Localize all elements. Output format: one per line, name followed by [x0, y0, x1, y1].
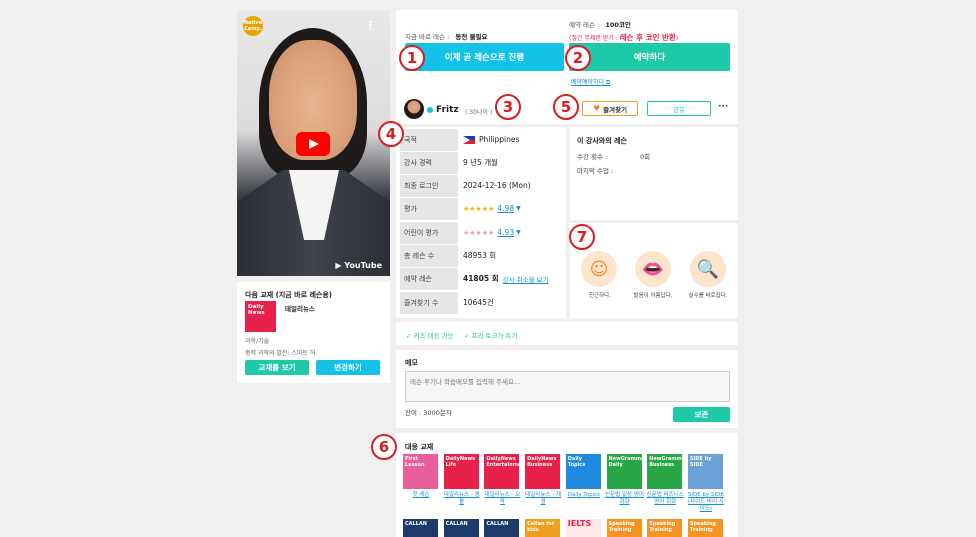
tutor-name: Fritz [436, 105, 459, 115]
reserve-lesson-label: 예약 레슨 : [569, 21, 600, 29]
marker-2: 2 [565, 45, 591, 71]
start-lesson-now-button[interactable]: 이제 곧 레슨으로 진행 [405, 43, 564, 71]
tag-kids: ✓ 키즈 대응 가능 [406, 332, 454, 340]
textbook-label-2[interactable]: 데일리뉴스 - 오락 [482, 492, 522, 506]
last-lesson-label: 마지막 수업 : [577, 167, 614, 175]
tag-free-talk: ✓ 프리 토크가 특기 [464, 332, 518, 340]
memo-card: 메모 잔여 : 3000문자 보존 [396, 350, 738, 428]
textbook-cover-2[interactable]: DailyNews Entertainment [484, 454, 527, 489]
textbook-cover-1[interactable]: DailyNews Life [443, 454, 479, 489]
next-textbook-card: 다음 교재 (지금 바로 레슨용) Daily News 데일리뉴스 과학/기술… [237, 282, 390, 383]
next-textbook-category: 과학/기술 [245, 338, 270, 345]
kids-rating-value-link[interactable]: 4.93 [497, 228, 514, 237]
lesson-history-title: 이 강사와의 레슨 [577, 137, 627, 145]
tutor-avatar[interactable] [404, 99, 424, 119]
trait-label-pronunciation: 발음이 아름답다. [633, 293, 673, 299]
marker-3: 3 [495, 94, 521, 120]
profile-row-kids-rating: 어린이 평가 ★★★★★ 4.93 ▼ [400, 222, 565, 245]
instant-lesson-label: 지금 바로 레슨 : [405, 33, 450, 41]
textbook-label-4[interactable]: Daily Topics [564, 492, 604, 499]
next-textbook-name: 데일리뉴스 [285, 305, 315, 313]
profile-row-experience: 강사 경력 9 년5 개월 [400, 152, 565, 175]
tags-card: ✓ 키즈 대응 가능 ✓ 프리 토크가 특기 [396, 322, 738, 345]
textbook-cover-5[interactable]: NewGrammar Daily [606, 454, 647, 489]
pronunciation-icon: 👄 [635, 251, 671, 287]
textbook-cover-row2-6[interactable]: Speaking Training [647, 519, 683, 537]
lesson-count-label: 수강 횟수 : [577, 153, 608, 161]
rating-stars-icon: ★★★★★ [463, 204, 495, 213]
philippines-flag-icon [463, 135, 475, 144]
textbook-label-7[interactable]: SIDE by SIDE (사이드 바이 사이드) [686, 492, 726, 513]
cancel-rate-link[interactable]: 강사 취소율 보기 [503, 274, 549, 284]
rating-caret-icon[interactable]: ▼ [516, 205, 521, 212]
textbook-cover-6[interactable]: NewGrammar Business [647, 454, 688, 489]
memo-title: 메모 [405, 359, 418, 367]
profile-row-rating: 평가 ★★★★★ 4.98 ▼ [400, 198, 565, 221]
textbook-cover-row2-3[interactable]: Callan for kids [525, 519, 561, 537]
textbook-cover-4[interactable]: Daily Topics [565, 454, 601, 489]
textbook-label-0[interactable]: 첫 레슨 [401, 492, 441, 499]
textbook-cover-0[interactable]: First Lesson [403, 454, 438, 489]
rating-value-link[interactable]: 4.98 [497, 204, 514, 213]
marker-4: 4 [378, 121, 404, 147]
instant-lesson-value: 동전 불필요 [455, 33, 488, 41]
marker-6: 6 [371, 434, 397, 460]
friendly-icon: ☺ [581, 251, 617, 287]
trait-label-correction: 실수를 바로잡다. [688, 293, 728, 299]
more-options-icon[interactable]: ··· [718, 102, 728, 112]
change-textbook-button[interactable]: 변경하기 [316, 360, 380, 375]
textbook-cover-row2-4[interactable]: IELTS [565, 519, 601, 537]
next-textbook-title: 다음 교재 (지금 바로 레슨용) [245, 291, 332, 299]
traits-card: ☺ 친근하다. 👄 발음이 아름답다. 🔍 실수를 바로잡다. [570, 223, 738, 318]
textbooks-title: 대응 교재 [405, 443, 434, 451]
tutor-video[interactable]: Native Camp. ⋮ ▶ YouTube [237, 10, 390, 276]
kids-rating-stars-icon: ★★★★★ [463, 228, 495, 237]
share-button[interactable]: 공유 [647, 101, 711, 116]
textbook-cover-3[interactable]: DailyNews Business [525, 454, 561, 489]
play-button-icon[interactable] [296, 132, 330, 156]
textbook-label-5[interactable]: 신문법 일상 영어 회화 [605, 492, 645, 506]
textbook-label-1[interactable]: 데일리뉴스 - 생활 [442, 492, 482, 506]
lesson-history-card: 이 강사와의 레슨 수강 횟수 : 0회 마지막 수업 : [570, 127, 738, 220]
refund-note: (집간 무제한 받기 : 레슨 후 코인 반환) [569, 33, 679, 42]
marker-1: 1 [399, 45, 425, 71]
next-textbook-cover[interactable]: Daily News [245, 301, 276, 332]
favorite-button[interactable]: ♥ 즐겨찾기 [582, 101, 638, 116]
textbook-cover-row2-0[interactable]: CALLAN [403, 519, 438, 537]
memo-input[interactable] [405, 371, 730, 402]
textbook-label-6[interactable]: 신문법 비즈니스 영어 회화 [645, 492, 685, 506]
nativecamp-logo: Native Camp. [243, 16, 263, 36]
kids-rating-caret-icon[interactable]: ▼ [516, 229, 521, 236]
next-textbook-lesson: 중력 과학의 발전: 스마트 허 [245, 350, 316, 357]
profile-row-last-login: 최종 로그인 2024-12-16 (Mon) [400, 175, 565, 198]
view-textbook-button[interactable]: 교재를 보기 [245, 360, 309, 375]
lesson-count-value: 0회 [640, 153, 651, 161]
profile-row-reserved-lessons: 예약 레슨 41805 회 강사 취소율 보기 [400, 268, 565, 291]
profile-row-total-lessons: 총 레슨 수 48953 회 [400, 245, 565, 268]
profile-row-nationality: 국적 Philippines [400, 129, 565, 152]
youtube-logo[interactable]: ▶ YouTube [335, 261, 382, 270]
textbook-cover-row2-7[interactable]: Speaking Training [687, 519, 723, 537]
marker-5: 5 [553, 94, 579, 120]
reserve-calendar-link[interactable]: 예약예약하다 ⧉ [571, 77, 610, 87]
trait-label-friendly: 친근하다. [589, 293, 611, 299]
reserve-button[interactable]: 예약하다 [569, 43, 730, 71]
textbook-label-3[interactable]: 데일리뉴스 - 재경 [523, 492, 563, 506]
textbook-cover-row2-1[interactable]: CALLAN [443, 519, 479, 537]
reserve-lesson-value: 100코인 [605, 21, 631, 29]
correction-icon: 🔍 [690, 251, 726, 287]
video-menu-icon[interactable]: ⋮ [365, 19, 376, 32]
tutor-age: ( 30나이 ) [465, 109, 493, 116]
textbook-cover-7[interactable]: SIDE by SIDE [687, 454, 723, 489]
textbook-cover-row2-5[interactable]: Speaking Training [606, 519, 642, 537]
marker-7: 7 [569, 224, 595, 250]
heart-icon: ♥ [592, 104, 601, 113]
memo-remaining: 잔여 : 3000문자 [405, 409, 452, 417]
memo-save-button[interactable]: 보존 [673, 407, 730, 422]
online-status-icon [427, 107, 433, 113]
profile-row-favorites: 즐겨찾기 수 10645건 [400, 292, 565, 315]
textbook-cover-row2-2[interactable]: CALLAN [484, 519, 520, 537]
